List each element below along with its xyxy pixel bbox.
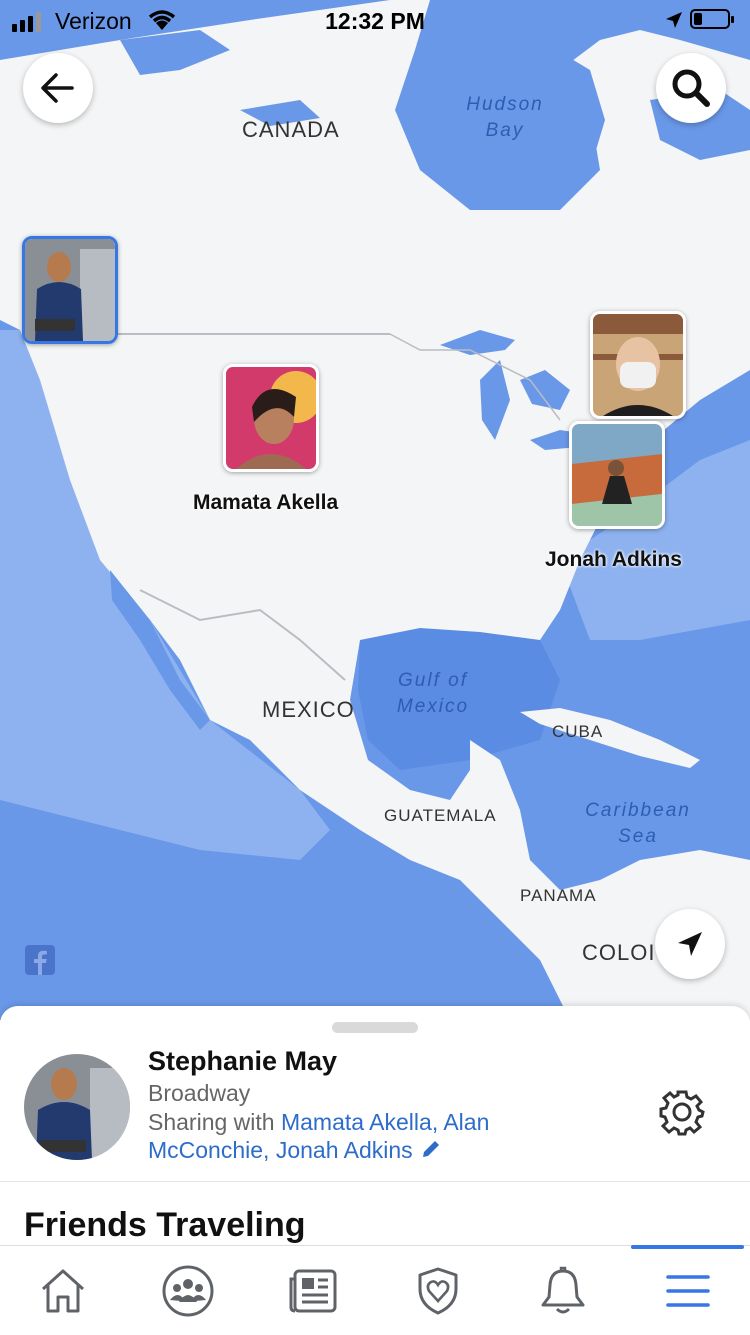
my-name: Stephanie May	[148, 1046, 338, 1076]
bottom-tab-bar	[0, 1245, 750, 1335]
arrow-left-icon	[41, 73, 74, 103]
tab-news[interactable]	[250, 1246, 375, 1335]
label-gulf-line1: Gulf of	[398, 670, 468, 691]
friend-name-mamata: Mamata Akella	[193, 491, 339, 514]
shield-heart-icon	[418, 1267, 457, 1314]
sheet-drag-handle[interactable]	[332, 1022, 418, 1033]
status-time: 12:32 PM	[325, 8, 425, 34]
label-caribbean-line1: Caribbean	[585, 800, 691, 821]
label-hudson-bay-line1: Hudson	[466, 94, 544, 115]
my-avatar-photo	[25, 239, 115, 341]
back-button[interactable]	[23, 53, 93, 123]
tab-protect[interactable]	[375, 1246, 500, 1335]
sheet-divider	[0, 1181, 750, 1182]
my-location: Broadway	[148, 1080, 251, 1106]
label-colombia: COLOІ	[582, 940, 656, 965]
home-icon	[41, 1269, 84, 1312]
my-profile-photo	[24, 1054, 130, 1160]
tab-groups[interactable]	[125, 1246, 250, 1335]
label-hudson-bay-line2: Bay	[485, 120, 525, 141]
jonah-avatar-photo	[572, 424, 662, 526]
sharing-with-text: Sharing with Mamata Akella, Alan McConch…	[148, 1108, 568, 1164]
bell-icon	[541, 1266, 584, 1313]
friend-pin-alan[interactable]	[590, 311, 686, 419]
label-hudson-bay: Hudson Bay	[450, 92, 560, 144]
search-button[interactable]	[656, 53, 726, 123]
label-guatemala: GUATEMALA	[384, 806, 497, 825]
label-caribbean-sea: Caribbean Sea	[568, 798, 708, 850]
news-feed-icon	[289, 1269, 336, 1312]
my-profile-avatar[interactable]	[24, 1054, 130, 1160]
tab-home[interactable]	[0, 1246, 125, 1335]
location-services-icon	[664, 10, 684, 36]
menu-icon	[665, 1274, 710, 1307]
friend-name-jonah: Jonah Adkins	[545, 548, 682, 571]
facebook-logo-icon	[25, 945, 55, 975]
status-bar: Verizon 12:32 PM	[0, 0, 750, 40]
navigation-arrow-icon	[678, 932, 702, 956]
tab-menu[interactable]	[625, 1245, 750, 1335]
friend-pin-mamata[interactable]	[223, 364, 319, 472]
friends-traveling-heading: Friends Traveling	[24, 1206, 306, 1244]
label-gulf-of-mexico: Gulf of Mexico	[378, 668, 488, 720]
active-tab-indicator	[631, 1245, 744, 1249]
alan-avatar-photo	[593, 314, 683, 416]
map-view[interactable]: CANADA Hudson Bay MEXICO Gulf of Mexico …	[0, 0, 750, 1020]
label-caribbean-line2: Sea	[618, 826, 658, 847]
location-sharing-sheet[interactable]: Stephanie May Broadway Sharing with Mama…	[0, 1006, 750, 1266]
label-cuba: CUBA	[552, 722, 604, 741]
label-canada: CANADA	[242, 117, 340, 142]
settings-button[interactable]	[656, 1086, 708, 1143]
sharing-prefix: Sharing with	[148, 1109, 281, 1135]
tab-notifications[interactable]	[500, 1246, 625, 1335]
my-location-pin[interactable]	[22, 236, 118, 344]
label-gulf-line2: Mexico	[396, 696, 470, 717]
friend-pin-jonah[interactable]	[569, 421, 665, 529]
battery-icon	[690, 9, 734, 29]
label-mexico: MEXICO	[262, 697, 355, 722]
search-icon	[672, 69, 710, 107]
recenter-location-button[interactable]	[655, 909, 725, 979]
edit-pencil-icon[interactable]	[419, 1138, 443, 1160]
label-panama: PANAMA	[520, 886, 597, 905]
mamata-avatar-photo	[226, 367, 316, 469]
groups-icon	[162, 1265, 213, 1316]
gear-icon	[659, 1090, 705, 1136]
